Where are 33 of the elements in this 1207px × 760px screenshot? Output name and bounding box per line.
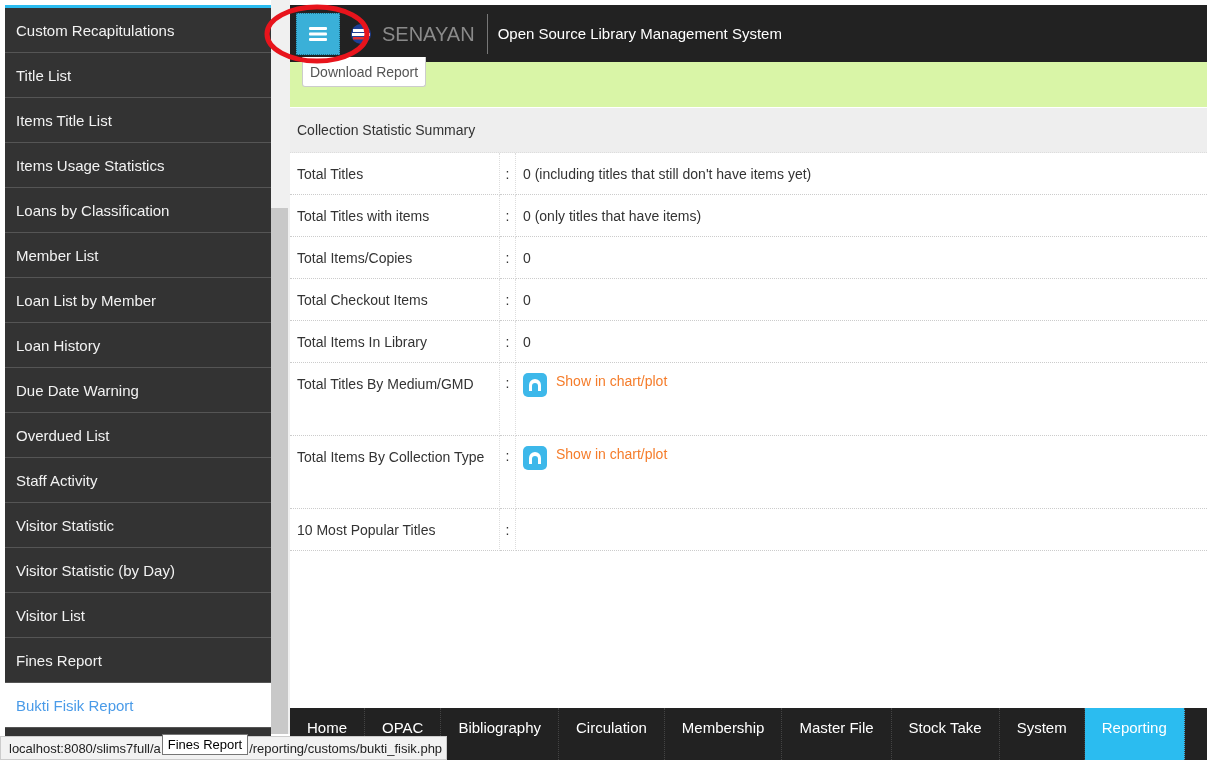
row-label: Total Items In Library (290, 321, 500, 363)
colon: : (505, 521, 510, 538)
row-label: Total Titles with items (290, 195, 500, 237)
scrollbar[interactable] (271, 0, 290, 734)
row-label: Total Titles By Medium/GMD (290, 363, 500, 436)
row-value: 0 (523, 249, 531, 266)
row-label: Total Checkout Items (290, 279, 500, 321)
colon: : (505, 333, 510, 350)
colon: : (505, 448, 510, 464)
row-value: 0 (523, 333, 531, 350)
colon: : (505, 207, 510, 224)
app-subtitle: Open Source Library Management System (497, 25, 782, 42)
menu-button[interactable] (296, 12, 340, 55)
section-title: Collection Statistic Summary (290, 108, 1207, 153)
logo-icon (350, 22, 372, 45)
row-value: 0 (only titles that have items) (523, 207, 702, 224)
status-url: localhost:8080/slims7full/a (9, 740, 161, 756)
menu-icon (309, 25, 327, 42)
row-value: 0 (including titles that still don't have items yet) (523, 165, 812, 182)
colon: : (505, 249, 510, 266)
row-label: Total Titles (290, 153, 500, 195)
row-label: 10 Most Popular Titles (290, 509, 500, 551)
row-label: Total Items/Copies (290, 237, 500, 279)
row-value: 0 (523, 291, 531, 308)
chart-icon (523, 373, 547, 397)
colon: : (505, 375, 510, 391)
brand-name: SENAYAN (382, 13, 488, 54)
colon: : (505, 165, 510, 182)
row-label: Total Items By Collection Type (290, 436, 500, 509)
download-report-button[interactable]: Download Report (302, 57, 427, 87)
hover-tooltip: Fines Report (161, 733, 249, 755)
colon: : (505, 291, 510, 308)
chart-icon (523, 446, 547, 470)
